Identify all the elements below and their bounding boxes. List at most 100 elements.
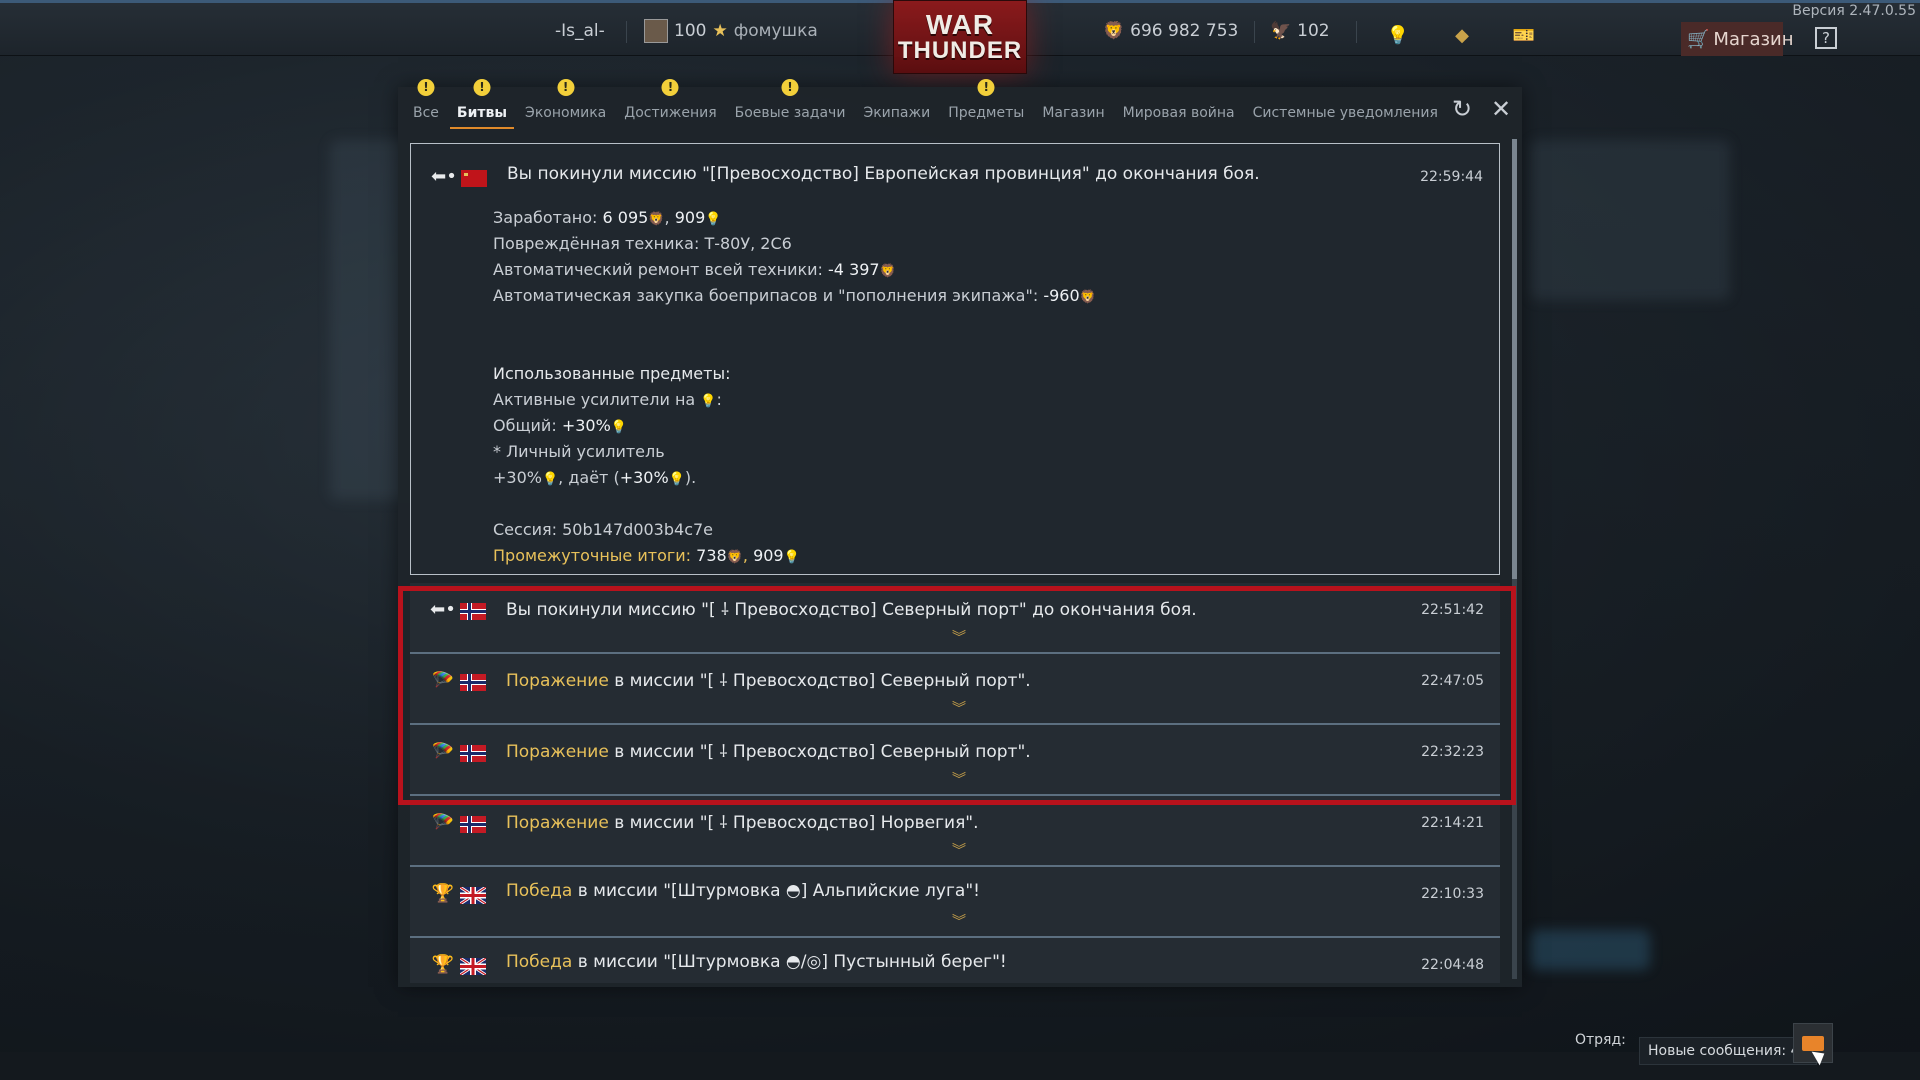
list-item[interactable]: 🏆 Победа в миссии "[Штурмовка ◓/◎] Пусты… xyxy=(410,938,1500,983)
message-expanded[interactable]: ⬅• Вы покинули миссию "[Превосходство] Е… xyxy=(410,143,1500,575)
message-text: Поражение в миссии "[ ⸸ Превосходство] С… xyxy=(506,671,1031,691)
tab-label: Системные уведомления xyxy=(1252,105,1438,121)
research-point-icon: 💡 xyxy=(783,550,800,565)
tab-economy[interactable]: ! Экономика xyxy=(516,79,615,129)
tab-label: Битвы xyxy=(456,105,508,121)
silver-lion-icon: 🦁 xyxy=(648,212,665,227)
chevron-down-icon[interactable]: ︾ xyxy=(952,911,966,931)
list-item[interactable]: 🪂 Поражение в миссии "[ ⸸ Превосходство]… xyxy=(410,725,1500,796)
chevron-down-icon[interactable]: ︾ xyxy=(952,769,966,789)
coupon-icon[interactable]: 🎫 xyxy=(1512,25,1536,49)
norway-flag-icon xyxy=(460,816,486,833)
rank-value: 100 xyxy=(674,21,707,41)
chevron-down-icon[interactable]: ︾ xyxy=(952,698,966,718)
earned-line: Заработано: 6 095🦁, 909💡 xyxy=(493,208,722,227)
notifications-panel: ! Все ! Битвы ! Экономика ! Достижения ! Боев… xyxy=(398,79,1522,987)
mail-button[interactable] xyxy=(1793,1023,1833,1063)
rank-star-icon: ★ xyxy=(712,21,728,41)
silver-lion-icon: 🦁 xyxy=(1079,290,1096,305)
message-time: 22:32:23 xyxy=(1421,744,1484,760)
uk-flag-icon xyxy=(460,887,486,904)
list-item[interactable]: 🏆 Победа в миссии "[Штурмовка ◓] Альпийс… xyxy=(410,867,1500,938)
message-text: Победа в миссии "[Штурмовка ◓/◎] Пустынн… xyxy=(506,952,1007,972)
message-time: 22:10:33 xyxy=(1421,886,1484,902)
version-label: Версия 2.47.0.55 xyxy=(1792,3,1916,19)
trophy-icon: 🏆 xyxy=(431,954,455,975)
repair-line: Автоматический ремонт всей техники: -4 3… xyxy=(493,260,896,279)
interim-line: Промежуточные итоги: 738🦁, 909💡 xyxy=(493,546,800,565)
tab-crews[interactable]: Экипажи xyxy=(854,87,939,129)
chevron-down-icon[interactable]: ︾ xyxy=(952,627,966,647)
tab-system[interactable]: Системные уведомления xyxy=(1244,87,1447,129)
player-profile[interactable]: 100 ★ фомушка xyxy=(644,17,818,45)
tab-label: Экипажи xyxy=(863,105,931,121)
tab-shop[interactable]: Магазин xyxy=(1033,87,1113,129)
research-point-icon: 💡 xyxy=(705,212,722,227)
alert-icon: ! xyxy=(557,79,575,96)
logo-line-2: THUNDER xyxy=(897,37,1023,64)
tab-label: Боевые задачи xyxy=(734,105,846,121)
message-list[interactable]: ⬅• Вы покинули миссию "[Превосходство] Е… xyxy=(410,143,1500,983)
boosters-line: Активные усилители на 💡: xyxy=(493,390,722,409)
close-icon[interactable]: ✕ xyxy=(1487,95,1515,123)
research-booster-icon: 💡 xyxy=(700,394,717,409)
tab-bar: ! Все ! Битвы ! Экономика ! Достижения ! Боев… xyxy=(398,79,1522,129)
background-blur xyxy=(1530,140,1730,300)
alert-icon: ! xyxy=(661,79,679,96)
list-item[interactable]: 🪂 Поражение в миссии "[ ⸸ Превосходство]… xyxy=(410,796,1500,867)
message-text: Поражение в миссии "[ ⸸ Превосходство] С… xyxy=(506,742,1031,762)
tab-label: Экономика xyxy=(525,105,607,121)
session-line: Сессия: 50b147d003b4c7e xyxy=(493,520,714,539)
gives-line: +30%💡, даёт (+30%💡). xyxy=(493,468,697,487)
scrollbar-thumb[interactable] xyxy=(1512,139,1517,579)
alert-icon: ! xyxy=(417,79,435,96)
general-line: Общий: +30%💡 xyxy=(493,416,627,435)
research-bulb-icon[interactable]: 💡 xyxy=(1386,25,1410,49)
squad-label: Отряд: xyxy=(1575,1032,1626,1048)
tab-items[interactable]: ! Предметы xyxy=(939,79,1033,129)
war-thunder-logo[interactable]: WAR THUNDER xyxy=(893,0,1027,74)
silver-lions[interactable]: 🦁 696 982 753 xyxy=(1103,17,1238,45)
norway-flag-icon xyxy=(460,603,486,620)
parachute-icon: 🪂 xyxy=(431,741,455,762)
tab-world-war[interactable]: Мировая война xyxy=(1114,87,1244,129)
tab-battle-tasks[interactable]: ! Боевые задачи xyxy=(726,79,855,129)
premium-diamond-icon[interactable]: ◆ xyxy=(1450,25,1474,49)
message-time: 22:14:21 xyxy=(1421,815,1484,831)
research-booster-icon: 💡 xyxy=(610,420,627,435)
player-title: фомушка xyxy=(733,21,818,41)
message-text: Поражение в миссии "[ ⸸ Превосходство] Н… xyxy=(506,813,979,833)
avatar xyxy=(644,19,668,43)
chevron-down-icon[interactable]: ︾ xyxy=(952,840,966,860)
tab-label: Магазин xyxy=(1042,105,1105,121)
research-booster-icon: 💡 xyxy=(668,472,685,487)
new-messages-tooltip: Новые сообщения: 48 xyxy=(1639,1037,1818,1065)
help-button[interactable]: ? xyxy=(1815,27,1837,49)
tab-label: Мировая война xyxy=(1122,105,1235,121)
parachute-icon: 🪂 xyxy=(431,670,455,691)
tab-battles[interactable]: ! Битвы xyxy=(448,79,516,129)
golden-eagles[interactable]: 🦅 102 xyxy=(1270,17,1330,45)
parachute-icon: 🪂 xyxy=(431,812,455,833)
tab-all[interactable]: ! Все xyxy=(404,79,448,129)
list-item[interactable]: ⬅• Вы покинули миссию "[ ⸸ Превосходство… xyxy=(410,583,1500,654)
player-name[interactable]: -Is_al- xyxy=(555,17,605,45)
list-item[interactable]: 🪂 Поражение в миссии "[ ⸸ Превосходство]… xyxy=(410,654,1500,725)
tab-achievements[interactable]: ! Достижения xyxy=(615,79,725,129)
shop-label: Магазин xyxy=(1713,28,1794,50)
alert-icon: ! xyxy=(781,79,799,96)
tab-label: Предметы xyxy=(948,105,1025,121)
refresh-icon[interactable]: ↻ xyxy=(1448,95,1476,123)
golden-eagles-value: 102 xyxy=(1297,21,1330,41)
alert-icon: ! xyxy=(473,79,491,96)
silver-lion-icon: 🦁 xyxy=(1103,21,1125,41)
damaged-line: Повреждённая техника: Т-80У, 2С6 xyxy=(493,234,792,253)
leave-icon: ⬅• xyxy=(431,166,457,187)
shop-button[interactable]: 🛒 Магазин xyxy=(1681,22,1794,56)
norway-flag-icon xyxy=(460,745,486,762)
divider xyxy=(1356,21,1357,43)
background-blur xyxy=(1530,930,1650,970)
tab-label: Все xyxy=(413,105,439,121)
bottom-bar xyxy=(0,1052,1920,1080)
message-time: 22:04:48 xyxy=(1421,957,1484,973)
